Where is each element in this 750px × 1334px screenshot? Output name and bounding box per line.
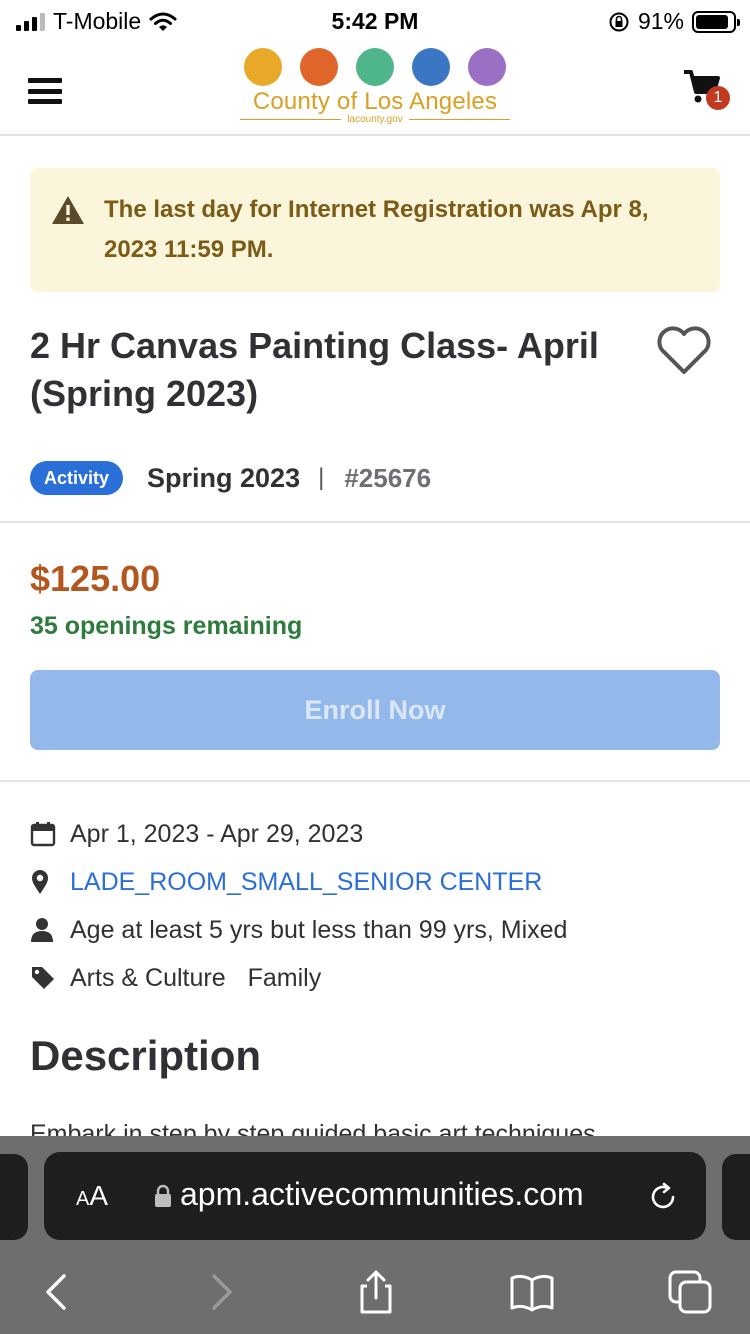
lock-icon [155, 1184, 171, 1207]
tag-item: Family [247, 963, 322, 992]
status-bar: T-Mobile 5:42 PM 91% [0, 0, 750, 40]
tag-item: Arts & Culture [70, 963, 226, 992]
divider [0, 780, 750, 782]
favorite-heart-icon[interactable] [654, 322, 714, 378]
aa-large: A [89, 1180, 109, 1211]
activity-number: #25676 [344, 462, 432, 493]
logo-emblem-2 [300, 48, 338, 86]
aa-small: A [76, 1188, 90, 1210]
next-tab-preview[interactable] [722, 1154, 750, 1240]
address-bar[interactable]: AA apm.activecommunities.com [44, 1152, 706, 1240]
alert-text: The last day for Internet Registration w… [104, 196, 649, 263]
location-link[interactable]: LADE_ROOM_SMALL_SENIOR CENTER [70, 868, 542, 897]
orientation-lock-icon [609, 12, 629, 31]
detail-dates: Apr 1, 2023 - Apr 29, 2023 [30, 810, 720, 858]
cart-button[interactable]: 1 [682, 68, 730, 112]
bookmarks-icon[interactable] [508, 1268, 556, 1316]
reload-icon[interactable] [646, 1180, 680, 1214]
age-requirement: Age at least 5 yrs but less than 99 yrs,… [70, 915, 568, 944]
reader-options-button[interactable]: AA [76, 1180, 108, 1212]
tabs-icon[interactable] [666, 1268, 714, 1316]
menu-icon[interactable] [28, 78, 62, 104]
previous-tab-preview[interactable] [0, 1154, 28, 1240]
description-heading: Description [30, 1032, 262, 1079]
battery-icon [692, 10, 740, 33]
date-range: Apr 1, 2023 - Apr 29, 2023 [70, 819, 364, 848]
detail-tags: Arts & Culture Family [30, 954, 720, 1002]
county-logo[interactable]: County of Los Angeles lacounty.gov [240, 48, 510, 128]
status-right: 91% [608, 8, 740, 35]
warning-icon [52, 196, 84, 224]
openings-remaining: 35 openings remaining [30, 612, 303, 640]
site-header: County of Los Angeles lacounty.gov 1 [0, 40, 750, 136]
divider [0, 521, 750, 523]
browser-toolbar [0, 1258, 750, 1334]
logo-emblem-4 [412, 48, 450, 86]
logo-subtitle-text: lacounty.gov [347, 114, 403, 125]
person-icon [31, 918, 53, 942]
tag-icon [32, 967, 54, 989]
url-text: apm.activecommunities.com [180, 1176, 584, 1212]
logo-emblems [240, 48, 510, 86]
activity-price: $125.00 [30, 558, 161, 599]
back-icon[interactable] [34, 1268, 82, 1316]
activity-season: Spring 2023 [147, 462, 301, 493]
detail-age: Age at least 5 yrs but less than 99 yrs,… [30, 906, 720, 954]
browser-bar: AA apm.activecommunities.com [0, 1136, 750, 1334]
activity-title: 2 Hr Canvas Painting Class- April (Sprin… [30, 325, 599, 414]
logo-emblem-1 [244, 48, 282, 86]
logo-emblem-5 [468, 48, 506, 86]
cart-count-badge: 1 [706, 86, 730, 110]
forward-icon[interactable] [196, 1268, 244, 1316]
calendar-icon [30, 822, 56, 847]
share-icon[interactable] [352, 1268, 400, 1316]
logo-title: County of Los Angeles [252, 88, 498, 115]
activity-meta: Activity Spring 2023 | #25676 [30, 460, 431, 496]
battery-percent: 91% [637, 8, 684, 34]
map-pin-icon [32, 870, 48, 894]
activity-details: Apr 1, 2023 - Apr 29, 2023 LADE_ROOM_SMA… [30, 810, 720, 1002]
registration-alert: The last day for Internet Registration w… [30, 168, 720, 292]
activity-type-badge: Activity [30, 461, 124, 495]
meta-separator: | [318, 464, 325, 491]
logo-emblem-3 [356, 48, 394, 86]
enroll-now-button[interactable]: Enroll Now [30, 670, 720, 750]
detail-location: LADE_ROOM_SMALL_SENIOR CENTER [30, 858, 720, 906]
